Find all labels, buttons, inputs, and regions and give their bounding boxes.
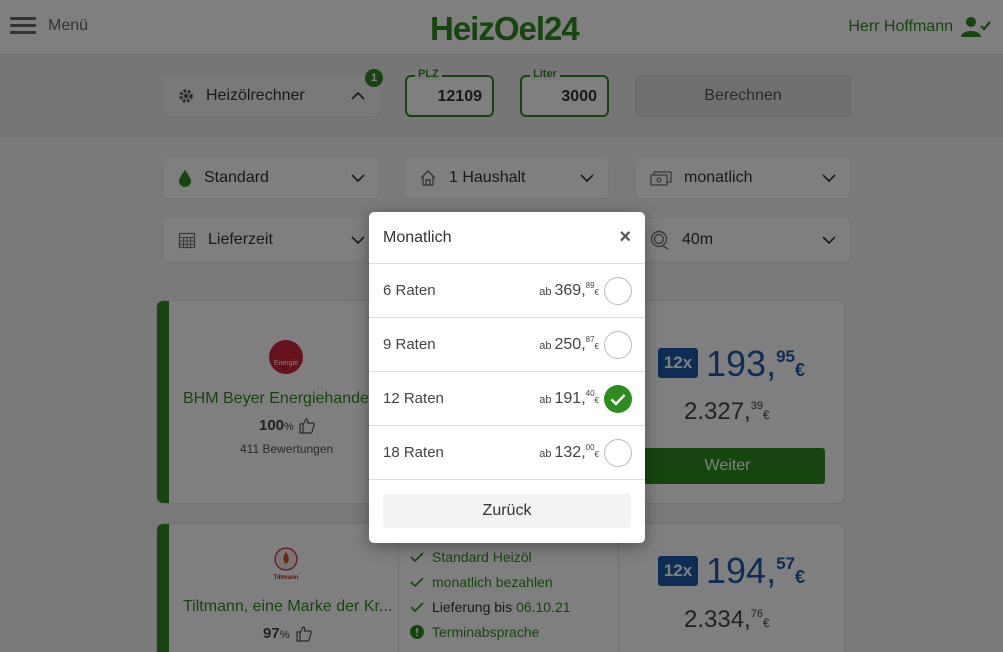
installment-option-9[interactable]: 9 Raten ab 250,87€ [369,318,645,372]
check-icon [610,393,626,406]
installment-option-6[interactable]: 6 Raten ab 369,89€ [369,264,645,318]
installment-price: ab 132,00€ [539,443,599,461]
installment-modal: Monatlich × 6 Raten ab 369,89€ 9 Raten ab… [369,212,645,543]
back-button[interactable]: Zurück [383,494,631,528]
radio-button[interactable] [604,277,632,305]
installment-option-18[interactable]: 18 Raten ab 132,00€ [369,426,645,480]
modal-header: Monatlich × [369,212,645,264]
radio-button-selected[interactable] [604,385,632,413]
modal-title: Monatlich [383,229,452,246]
installment-price: ab 369,89€ [539,281,599,299]
installment-price: ab 191,40€ [539,389,599,407]
radio-button[interactable] [604,331,632,359]
installment-price: ab 250,87€ [539,335,599,353]
radio-button[interactable] [604,439,632,467]
installment-option-12[interactable]: 12 Raten ab 191,40€ [369,372,645,426]
close-icon[interactable]: × [619,226,631,249]
